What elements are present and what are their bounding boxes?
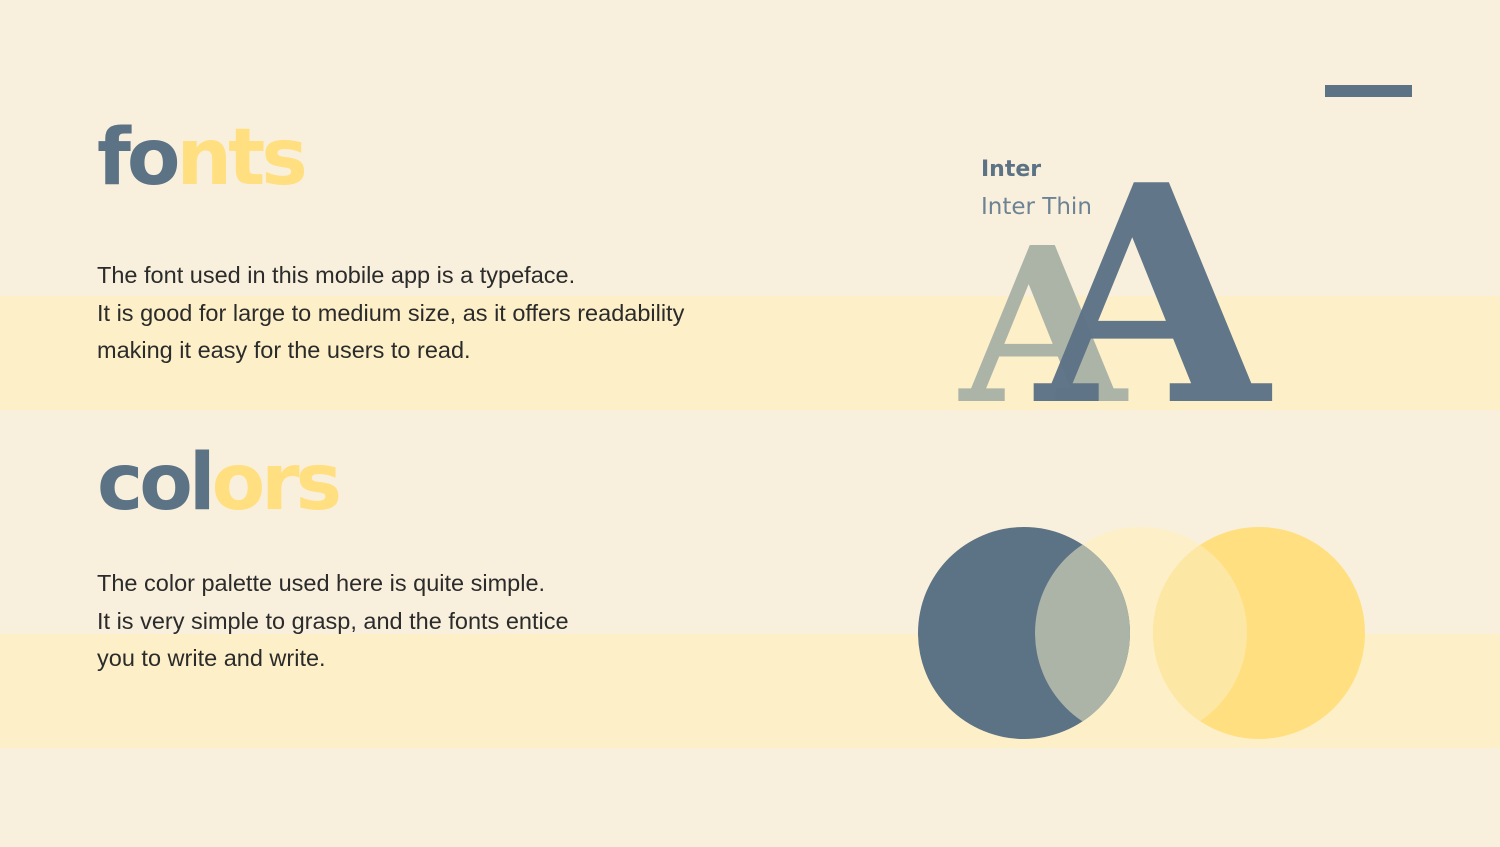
colors-heading-dark: col: [97, 438, 216, 528]
colors-description: The color palette used here is quite sim…: [97, 565, 569, 678]
font-sample-glyph-dark: A: [1031, 170, 1275, 410]
accent-bar: [1325, 85, 1412, 97]
fonts-description-line: It is good for large to medium size, as …: [97, 299, 685, 326]
fonts-description: The font used in this mobile app is a ty…: [97, 257, 684, 370]
fonts-heading-dark: fo: [97, 113, 181, 203]
font-sample-glyphs: A A: [958, 170, 1275, 410]
fonts-heading-light: nts: [176, 113, 308, 203]
fonts-heading: fonts: [97, 119, 308, 197]
fonts-description-line: making it easy for the users to read.: [97, 337, 471, 363]
colors-heading-light: ors: [211, 438, 342, 528]
color-swatches: [918, 527, 1365, 739]
fonts-description-line: The font used in this mobile app is a ty…: [97, 262, 576, 288]
colors-heading: colors: [97, 444, 342, 522]
colors-description-line: The color palette used here is quite sim…: [97, 570, 546, 596]
colors-description-line: you to write and write.: [97, 645, 326, 671]
colors-description-line: It is very simple to grasp, and the font…: [97, 607, 569, 634]
